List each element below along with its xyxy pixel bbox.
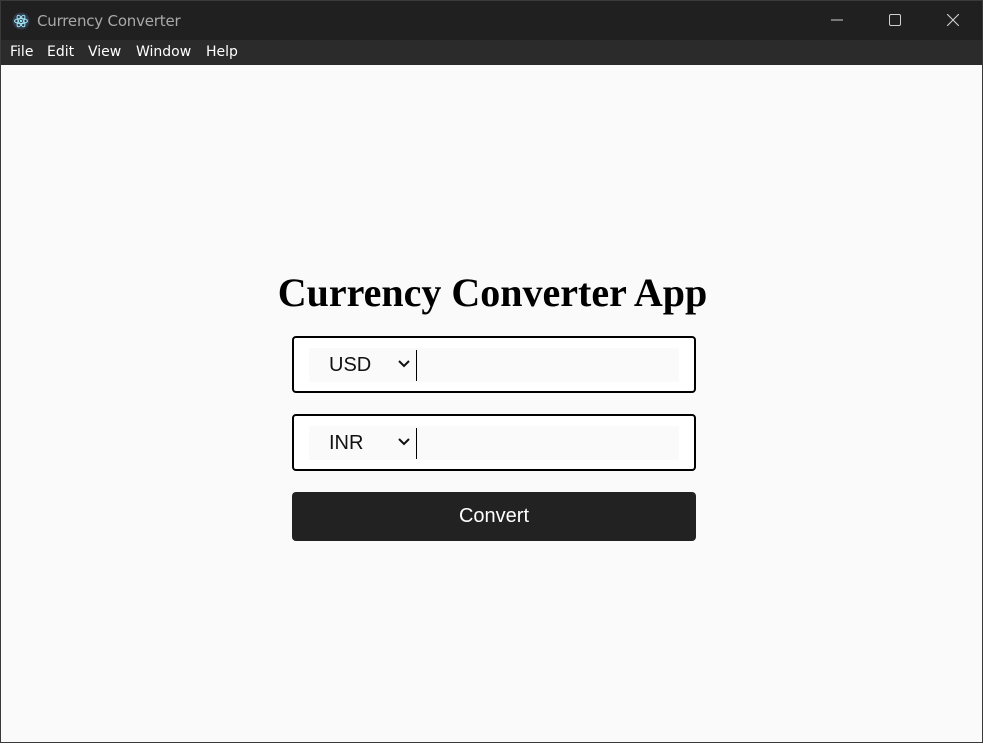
- from-currency-select[interactable]: USD: [309, 348, 416, 382]
- menu-edit[interactable]: Edit: [47, 44, 74, 60]
- electron-app-icon: [12, 12, 30, 30]
- minimize-button[interactable]: [809, 1, 867, 40]
- text-caret: [416, 428, 417, 459]
- text-caret: [416, 350, 417, 381]
- menu-help[interactable]: Help: [206, 44, 238, 60]
- to-field-inner: INR: [309, 426, 679, 460]
- title-bar[interactable]: Currency Converter: [1, 1, 982, 40]
- chevron-down-icon: [398, 438, 410, 446]
- from-currency-value: USD: [329, 354, 372, 376]
- close-icon: [947, 14, 959, 26]
- to-currency-value: INR: [329, 432, 364, 454]
- maximize-button[interactable]: [867, 1, 925, 40]
- convert-button[interactable]: Convert: [292, 492, 696, 541]
- from-field-inner: USD: [309, 348, 679, 382]
- main-content: Currency Converter App USD INR Convert: [1, 65, 982, 742]
- close-button[interactable]: [925, 1, 982, 40]
- page-title: Currency Converter App: [277, 270, 708, 315]
- menu-window[interactable]: Window: [136, 44, 191, 60]
- minimize-icon: [831, 19, 843, 21]
- to-currency-field: INR: [292, 414, 696, 471]
- maximize-icon: [889, 14, 901, 26]
- menu-bar: File Edit View Window Help: [1, 40, 982, 65]
- to-currency-select[interactable]: INR: [309, 426, 416, 460]
- from-currency-field: USD: [292, 336, 696, 393]
- menu-view[interactable]: View: [88, 44, 121, 60]
- app-window: Currency Converter File Edit View Window…: [0, 0, 983, 743]
- menu-file[interactable]: File: [10, 44, 33, 60]
- window-title: Currency Converter: [37, 12, 181, 30]
- from-amount-input[interactable]: [416, 348, 679, 382]
- to-amount-input[interactable]: [416, 426, 679, 460]
- chevron-down-icon: [398, 360, 410, 368]
